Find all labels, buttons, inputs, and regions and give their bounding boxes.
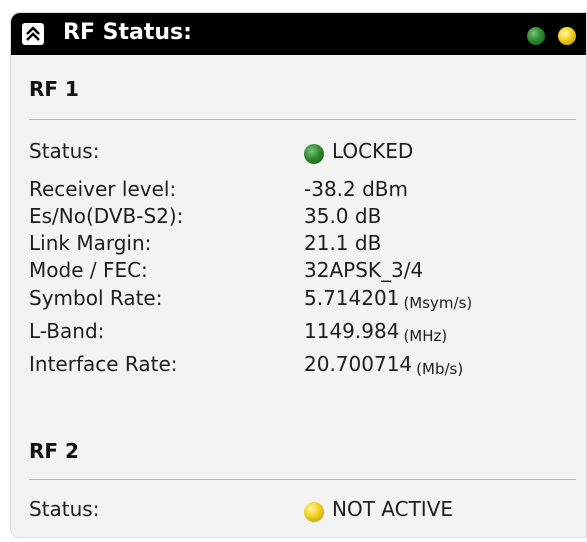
esno-label: Es/No(DVB-S2): xyxy=(29,204,184,228)
link-margin-label: Link Margin: xyxy=(29,231,152,255)
rf1-status-label: Status: xyxy=(29,139,100,163)
rf1-status-value: LOCKED xyxy=(332,139,414,163)
receiver-level-value: -38.2 dBm xyxy=(304,177,409,201)
double-chevron-up-icon[interactable] xyxy=(22,23,44,45)
panel-title: RF Status: xyxy=(63,20,192,45)
lband-label: L-Band: xyxy=(29,319,105,343)
green-indicator-icon xyxy=(527,27,545,45)
rf1-divider xyxy=(29,119,576,120)
status-not-active-led-icon xyxy=(304,502,324,522)
panel-titlebar: RF Status: xyxy=(11,13,586,55)
status-locked-led-icon xyxy=(304,144,324,164)
interface-rate-number: 20.700714 xyxy=(304,352,413,376)
rf2-divider xyxy=(29,479,576,480)
mode-fec-label: Mode / FEC: xyxy=(29,258,148,282)
interface-rate-value: 20.700714 (Mb/s) xyxy=(304,352,463,378)
lband-unit: (MHz) xyxy=(403,327,448,345)
symbol-rate-number: 5.714201 xyxy=(304,286,400,310)
interface-rate-unit: (Mb/s) xyxy=(416,360,464,378)
interface-rate-label: Interface Rate: xyxy=(29,352,178,376)
yellow-indicator-icon xyxy=(558,27,576,45)
lband-number: 1149.984 xyxy=(304,319,400,343)
lband-value: 1149.984 (MHz) xyxy=(304,319,447,345)
symbol-rate-label: Symbol Rate: xyxy=(29,286,163,310)
receiver-level-label: Receiver level: xyxy=(29,177,177,201)
mode-fec-value: 32APSK_3/4 xyxy=(304,258,424,282)
rf2-section-title: RF 2 xyxy=(29,439,79,463)
rf2-status-value: NOT ACTIVE xyxy=(332,497,454,521)
rf2-status-label: Status: xyxy=(29,497,100,521)
rf1-section-title: RF 1 xyxy=(29,77,79,101)
symbol-rate-unit: (Msym/s) xyxy=(403,294,473,312)
esno-value: 35.0 dB xyxy=(304,204,382,228)
link-margin-value: 21.1 dB xyxy=(304,231,382,255)
rf-status-panel: RF Status: RF 1 Status: LOCKED Receiver … xyxy=(10,12,587,538)
symbol-rate-value: 5.714201 (Msym/s) xyxy=(304,286,472,312)
